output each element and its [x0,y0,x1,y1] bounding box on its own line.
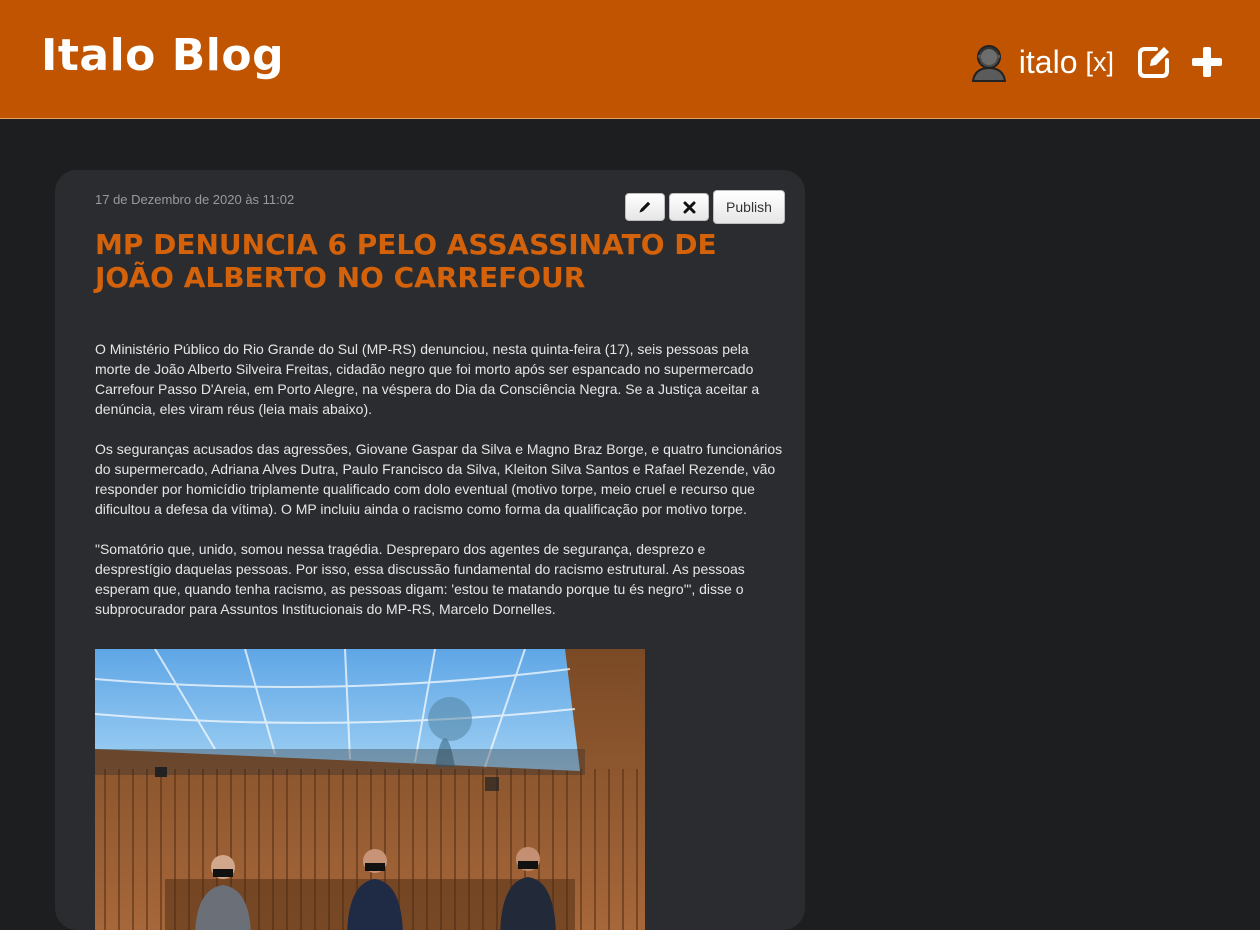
delete-post-button[interactable] [669,193,709,221]
publish-button[interactable]: Publish [713,190,785,224]
site-header: Italo Blog italo [x] [0,0,1260,119]
post-paragraph: "Somatório que, unido, somou nessa tragé… [95,541,745,617]
user-avatar-icon [971,45,1006,82]
username[interactable]: italo [1019,44,1078,81]
edit-post-button[interactable] [625,193,665,221]
post-date: 17 de Dezembro de 2020 às 11:02 [95,192,295,207]
close-x-icon [683,201,695,213]
post-title[interactable]: MP denuncia 6 pelo assassinato de João A… [95,228,735,294]
plus-icon[interactable] [1190,45,1224,79]
post-paragraph: Os seguranças acusados das agressões, Gi… [95,441,783,517]
pencil-icon [639,201,651,213]
post-body: O Ministério Público do Rio Grande do Su… [95,339,785,639]
post-actions: Publish [621,190,785,224]
blog-title[interactable]: Italo Blog [41,30,284,81]
user-area: italo [x] [971,38,1224,86]
post-image [95,649,645,930]
logout-link[interactable]: [x] [1085,47,1114,78]
post-card: 17 de Dezembro de 2020 às 11:02 Publish … [55,170,805,930]
post-paragraph: O Ministério Público do Rio Grande do Su… [95,341,760,417]
edit-square-icon[interactable] [1136,44,1172,80]
